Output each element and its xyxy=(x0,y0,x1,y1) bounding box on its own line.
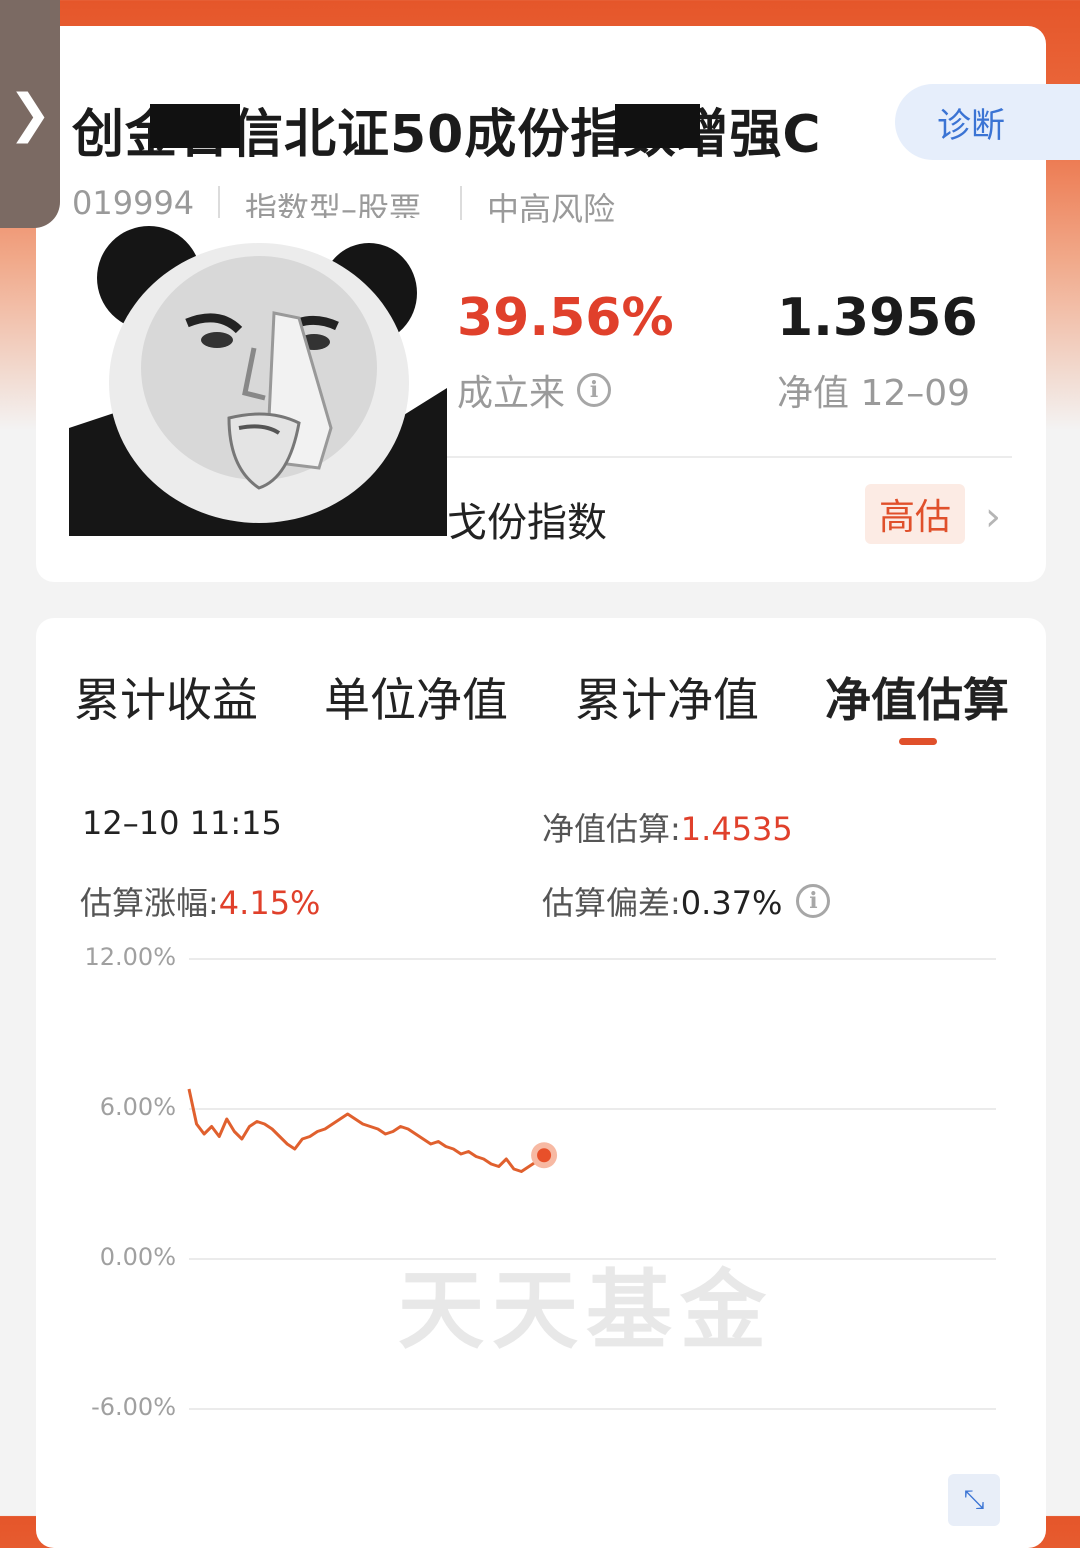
estimate-line-chart xyxy=(187,958,996,1410)
last-point xyxy=(537,1148,552,1163)
expand-icon[interactable]: ⤡ xyxy=(948,1474,1000,1526)
series-line xyxy=(187,1088,546,1173)
